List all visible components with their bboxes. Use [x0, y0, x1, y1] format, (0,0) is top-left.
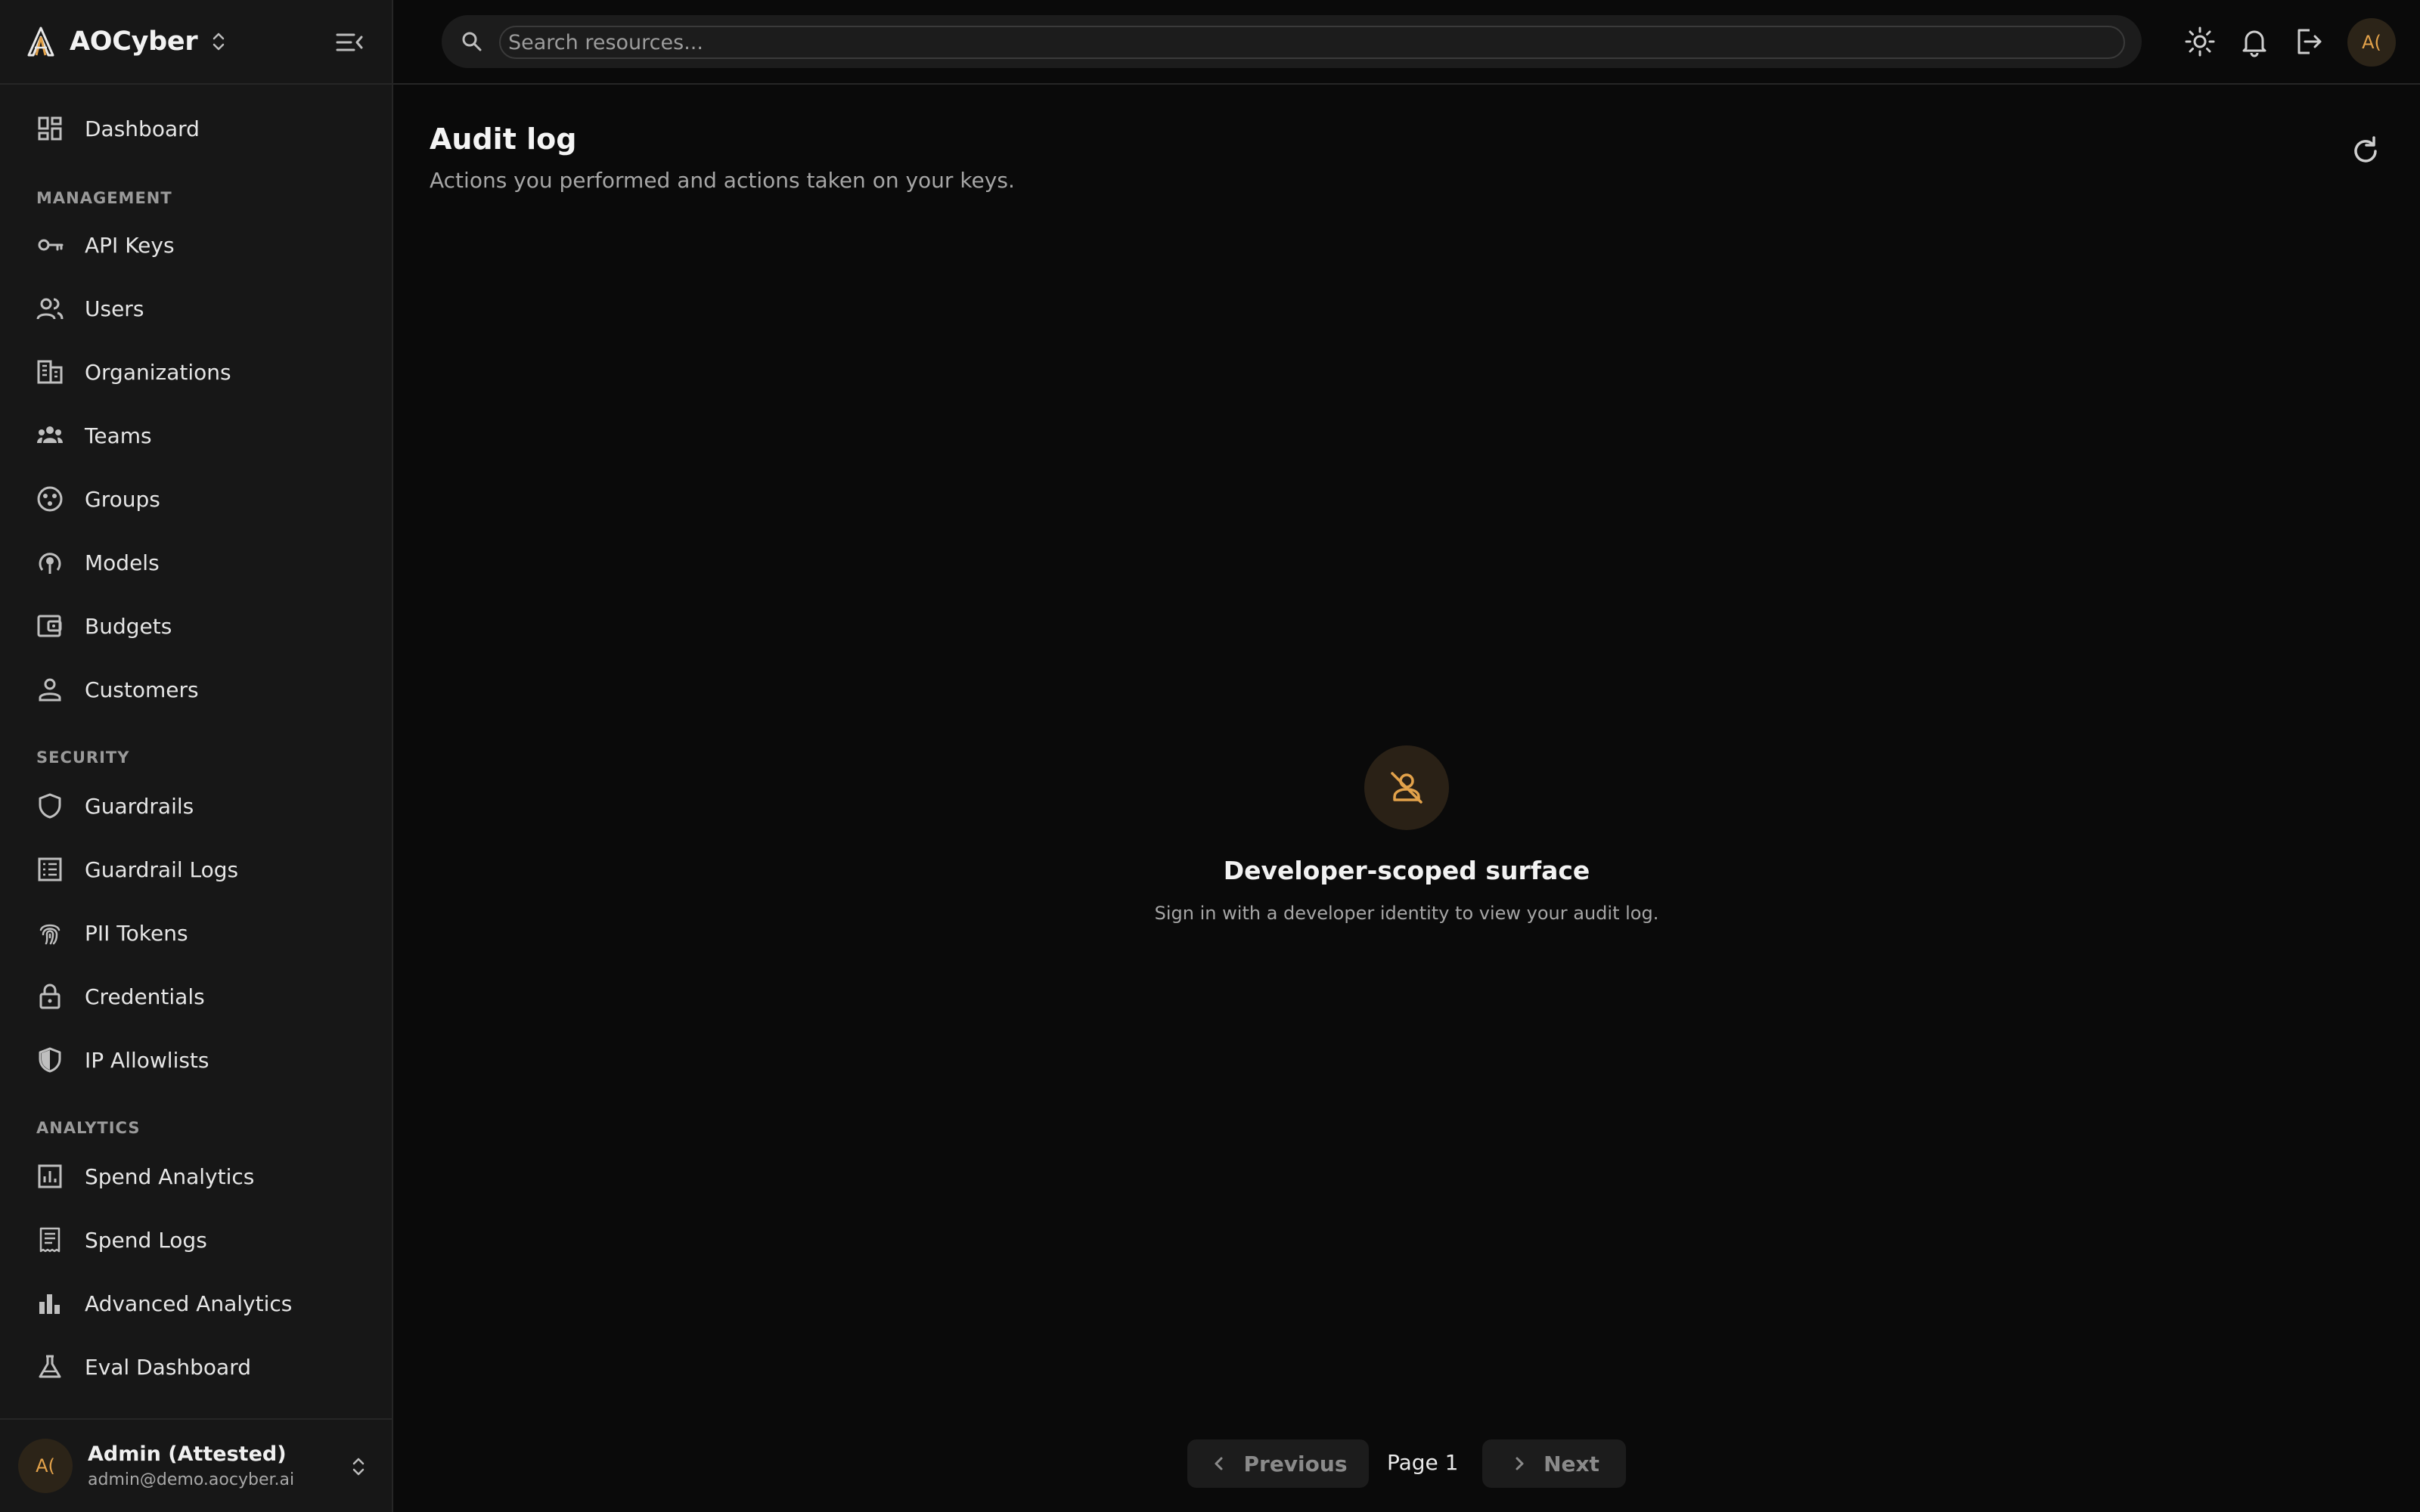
chevron-up-down-icon	[352, 1458, 365, 1476]
shield-half-icon	[39, 1047, 61, 1073]
sidebar-item-pii-tokens[interactable]: PII Tokens	[24, 906, 369, 960]
user-avatar-button[interactable]: A(	[2347, 18, 2396, 67]
topbar: A(	[393, 0, 2420, 85]
page-subtitle: Actions you performed and actions taken …	[430, 168, 1015, 193]
section-label-management: MANAGEMENT	[36, 189, 172, 207]
sidebar-item-groups[interactable]: Groups	[24, 472, 369, 526]
user-menu[interactable]: A( Admin (Attested) admin@demo.aocyber.a…	[0, 1418, 392, 1512]
sidebar-item-spend-analytics[interactable]: Spend Analytics	[24, 1149, 369, 1204]
receipt-icon	[39, 1227, 60, 1253]
sidebar-item-label: IP Allowlists	[85, 1047, 209, 1073]
chevron-right-icon	[1516, 1457, 1524, 1470]
section-label-security: SECURITY	[36, 748, 130, 767]
sidebar-item-customers[interactable]: Customers	[24, 662, 369, 717]
wallet-icon	[37, 615, 62, 637]
search-icon	[462, 32, 482, 51]
sidebar-item-label: Teams	[85, 423, 152, 448]
shield-icon	[39, 793, 61, 819]
page-indicator: Page 1	[1387, 1450, 1459, 1475]
collapse-sidebar-icon[interactable]	[334, 27, 365, 57]
previous-page-button[interactable]: Previous	[1187, 1439, 1369, 1488]
sidebar-item-dashboard[interactable]: Dashboard	[24, 101, 369, 156]
next-page-button[interactable]: Next	[1482, 1439, 1626, 1488]
sidebar-item-label: PII Tokens	[85, 920, 188, 946]
previous-label: Previous	[1243, 1451, 1348, 1476]
chevron-up-down-icon	[213, 33, 225, 51]
app-root: AOCyber Dashboard MANAGEMENT API Keys Us…	[0, 0, 2420, 1512]
sidebar-item-guardrail-logs[interactable]: Guardrail Logs	[24, 842, 369, 897]
sidebar-item-spend-logs[interactable]: Spend Logs	[24, 1213, 369, 1267]
sidebar-item-credentials[interactable]: Credentials	[24, 969, 369, 1024]
sidebar-item-models[interactable]: Models	[24, 535, 369, 590]
search-bar	[442, 15, 2142, 68]
user-email: admin@demo.aocyber.ai	[88, 1470, 295, 1489]
sidebar-item-guardrails[interactable]: Guardrails	[24, 779, 369, 833]
person-icon	[39, 678, 61, 702]
sidebar-item-label: Groups	[85, 486, 160, 512]
bar-chart-icon	[39, 1294, 60, 1314]
sidebar-item-eval-dashboard[interactable]: Eval Dashboard	[24, 1340, 369, 1394]
avatar: A(	[18, 1439, 73, 1493]
model-icon	[39, 553, 61, 574]
flask-icon	[39, 1355, 61, 1378]
team-icon	[37, 426, 63, 443]
sidebar-item-label: Users	[85, 296, 144, 321]
theme-toggle-icon[interactable]	[2184, 26, 2216, 57]
sidebar-item-label: Spend Logs	[85, 1227, 207, 1253]
chart-box-icon	[38, 1164, 62, 1188]
brand-switcher[interactable]: AOCyber	[0, 0, 392, 85]
sidebar-item-label: API Keys	[85, 232, 175, 258]
sidebar-item-label: Models	[85, 550, 160, 575]
sidebar-item-ip-allowlists[interactable]: IP Allowlists	[24, 1033, 369, 1087]
sidebar-item-label: Eval Dashboard	[85, 1354, 252, 1380]
sidebar-item-teams[interactable]: Teams	[24, 408, 369, 463]
sidebar-item-label: Guardrails	[85, 793, 194, 819]
user-info: Admin (Attested) admin@demo.aocyber.ai	[88, 1442, 294, 1489]
user-name: Admin (Attested)	[88, 1442, 287, 1466]
sidebar-item-label: Spend Analytics	[85, 1163, 255, 1189]
sidebar-item-users[interactable]: Users	[24, 281, 369, 336]
lock-icon	[39, 984, 60, 1009]
brand-name: AOCyber	[70, 26, 198, 57]
empty-state-message: Sign in with a developer identity to vie…	[1154, 903, 1659, 924]
dashboard-icon	[38, 116, 62, 141]
empty-state-badge	[1364, 745, 1449, 830]
search-input[interactable]	[499, 26, 2125, 59]
sidebar-item-organizations[interactable]: Organizations	[24, 345, 369, 399]
sidebar-item-label: Advanced Analytics	[85, 1290, 293, 1316]
building-icon	[37, 360, 63, 384]
chevron-left-icon	[1215, 1457, 1223, 1470]
groups-icon	[37, 486, 63, 512]
brand-logo-icon	[27, 26, 54, 57]
log-list-icon	[38, 857, 62, 881]
sidebar-item-label: Guardrail Logs	[85, 857, 239, 882]
sidebar-item-label: Budgets	[85, 613, 172, 639]
main-content: Audit log Actions you performed and acti…	[393, 85, 2420, 1512]
sidebar: AOCyber Dashboard MANAGEMENT API Keys Us…	[0, 0, 393, 1512]
sidebar-item-label: Customers	[85, 677, 199, 702]
sidebar-item-budgets[interactable]: Budgets	[24, 599, 369, 653]
page-title: Audit log	[430, 122, 577, 156]
section-label-analytics: ANALYTICS	[36, 1119, 141, 1137]
bell-icon[interactable]	[2238, 26, 2270, 57]
users-icon	[36, 298, 64, 320]
key-icon	[38, 239, 64, 251]
empty-state-title: Developer-scoped surface	[1223, 856, 1590, 885]
sidebar-item-label: Credentials	[85, 984, 205, 1009]
person-off-icon	[1391, 772, 1423, 804]
sidebar-item-api-keys[interactable]: API Keys	[24, 218, 369, 272]
fingerprint-icon	[39, 924, 60, 945]
sidebar-item-label: Dashboard	[85, 116, 200, 141]
logout-icon[interactable]	[2293, 26, 2325, 57]
next-label: Next	[1544, 1451, 1599, 1476]
sidebar-item-label: Organizations	[85, 359, 231, 385]
refresh-icon[interactable]	[2349, 135, 2382, 168]
sidebar-item-advanced-analytics[interactable]: Advanced Analytics	[24, 1276, 369, 1331]
